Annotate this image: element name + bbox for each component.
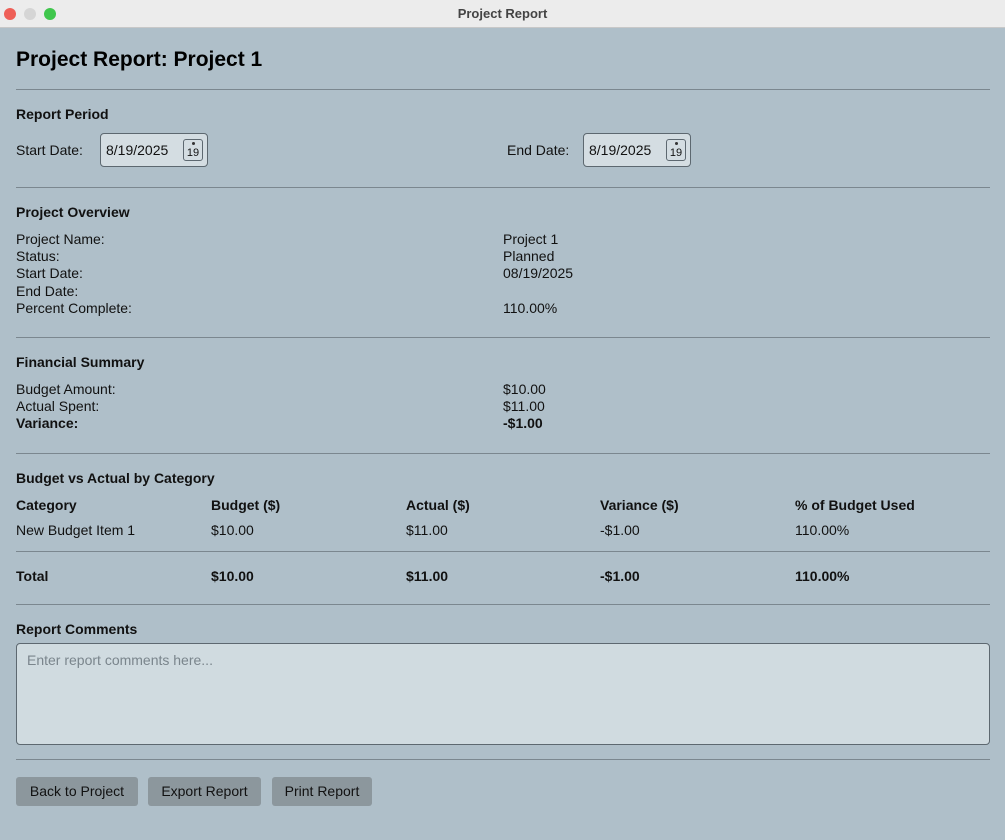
print-report-button[interactable]: Print Report bbox=[272, 777, 372, 806]
table-cell: -$1.00 bbox=[600, 522, 640, 538]
financial-value: $11.00 bbox=[503, 398, 545, 414]
overview-label: Status: bbox=[16, 248, 60, 264]
report-window: Project Report Project Report: Project 1… bbox=[0, 0, 1005, 840]
overview-value: 08/19/2025 bbox=[503, 265, 574, 281]
overview-label: End Date: bbox=[16, 283, 79, 299]
column-header: Actual ($) bbox=[406, 497, 470, 513]
column-header: % of Budget Used bbox=[795, 497, 915, 513]
report-comments-heading: Report Comments bbox=[16, 621, 138, 637]
report-period-heading: Report Period bbox=[16, 106, 109, 122]
financial-label: Budget Amount: bbox=[16, 381, 116, 397]
calendar-icon[interactable]: 19 bbox=[666, 139, 686, 161]
divider bbox=[16, 89, 990, 90]
column-header: Variance ($) bbox=[600, 497, 679, 513]
financial-value: $10.00 bbox=[503, 381, 546, 397]
variance-label: Variance: bbox=[16, 415, 79, 431]
financial-summary-heading: Financial Summary bbox=[16, 354, 145, 370]
report-comments-input[interactable]: Enter report comments here... bbox=[16, 643, 990, 745]
table-cell: New Budget Item 1 bbox=[16, 522, 136, 538]
overview-label: Percent Complete: bbox=[16, 300, 132, 316]
export-report-button[interactable]: Export Report bbox=[148, 777, 261, 806]
start-date-label: Start Date: bbox=[16, 142, 83, 158]
window-title: Project Report bbox=[457, 6, 548, 21]
overview-value: Planned bbox=[503, 248, 555, 264]
total-cell: $11.00 bbox=[406, 568, 449, 584]
total-cell: Total bbox=[16, 568, 49, 584]
overview-value: 110.00% bbox=[503, 300, 558, 316]
end-date-label: End Date: bbox=[507, 142, 570, 158]
total-cell: 110.00% bbox=[795, 568, 850, 584]
budget-table-heading: Budget vs Actual by Category bbox=[16, 470, 215, 486]
overview-label: Start Date: bbox=[16, 265, 83, 281]
variance-value: -$1.00 bbox=[503, 415, 543, 431]
divider bbox=[16, 453, 990, 454]
divider bbox=[16, 604, 990, 605]
total-cell: $10.00 bbox=[211, 568, 254, 584]
start-date-picker[interactable]: 8/19/2025 19 bbox=[100, 133, 208, 167]
page-title: Project Report: Project 1 bbox=[16, 48, 263, 71]
overview-label: Project Name: bbox=[16, 231, 105, 247]
divider bbox=[16, 187, 990, 188]
title-bar: Project Report bbox=[0, 0, 1005, 28]
table-cell: 110.00% bbox=[795, 522, 850, 538]
financial-label: Actual Spent: bbox=[16, 398, 100, 414]
column-header: Budget ($) bbox=[211, 497, 281, 513]
project-overview-heading: Project Overview bbox=[16, 204, 130, 220]
back-to-project-button[interactable]: Back to Project bbox=[16, 777, 138, 806]
table-cell: $11.00 bbox=[406, 522, 448, 538]
divider bbox=[16, 337, 990, 338]
end-date-value: 8/19/2025 bbox=[589, 142, 652, 158]
end-date-picker[interactable]: 8/19/2025 19 bbox=[583, 133, 691, 167]
total-cell: -$1.00 bbox=[600, 568, 640, 584]
divider bbox=[16, 759, 990, 760]
table-cell: $10.00 bbox=[211, 522, 254, 538]
start-date-value: 8/19/2025 bbox=[106, 142, 169, 158]
calendar-icon[interactable]: 19 bbox=[183, 139, 203, 161]
column-header: Category bbox=[16, 497, 77, 513]
divider bbox=[16, 551, 990, 552]
overview-value: Project 1 bbox=[503, 231, 559, 247]
